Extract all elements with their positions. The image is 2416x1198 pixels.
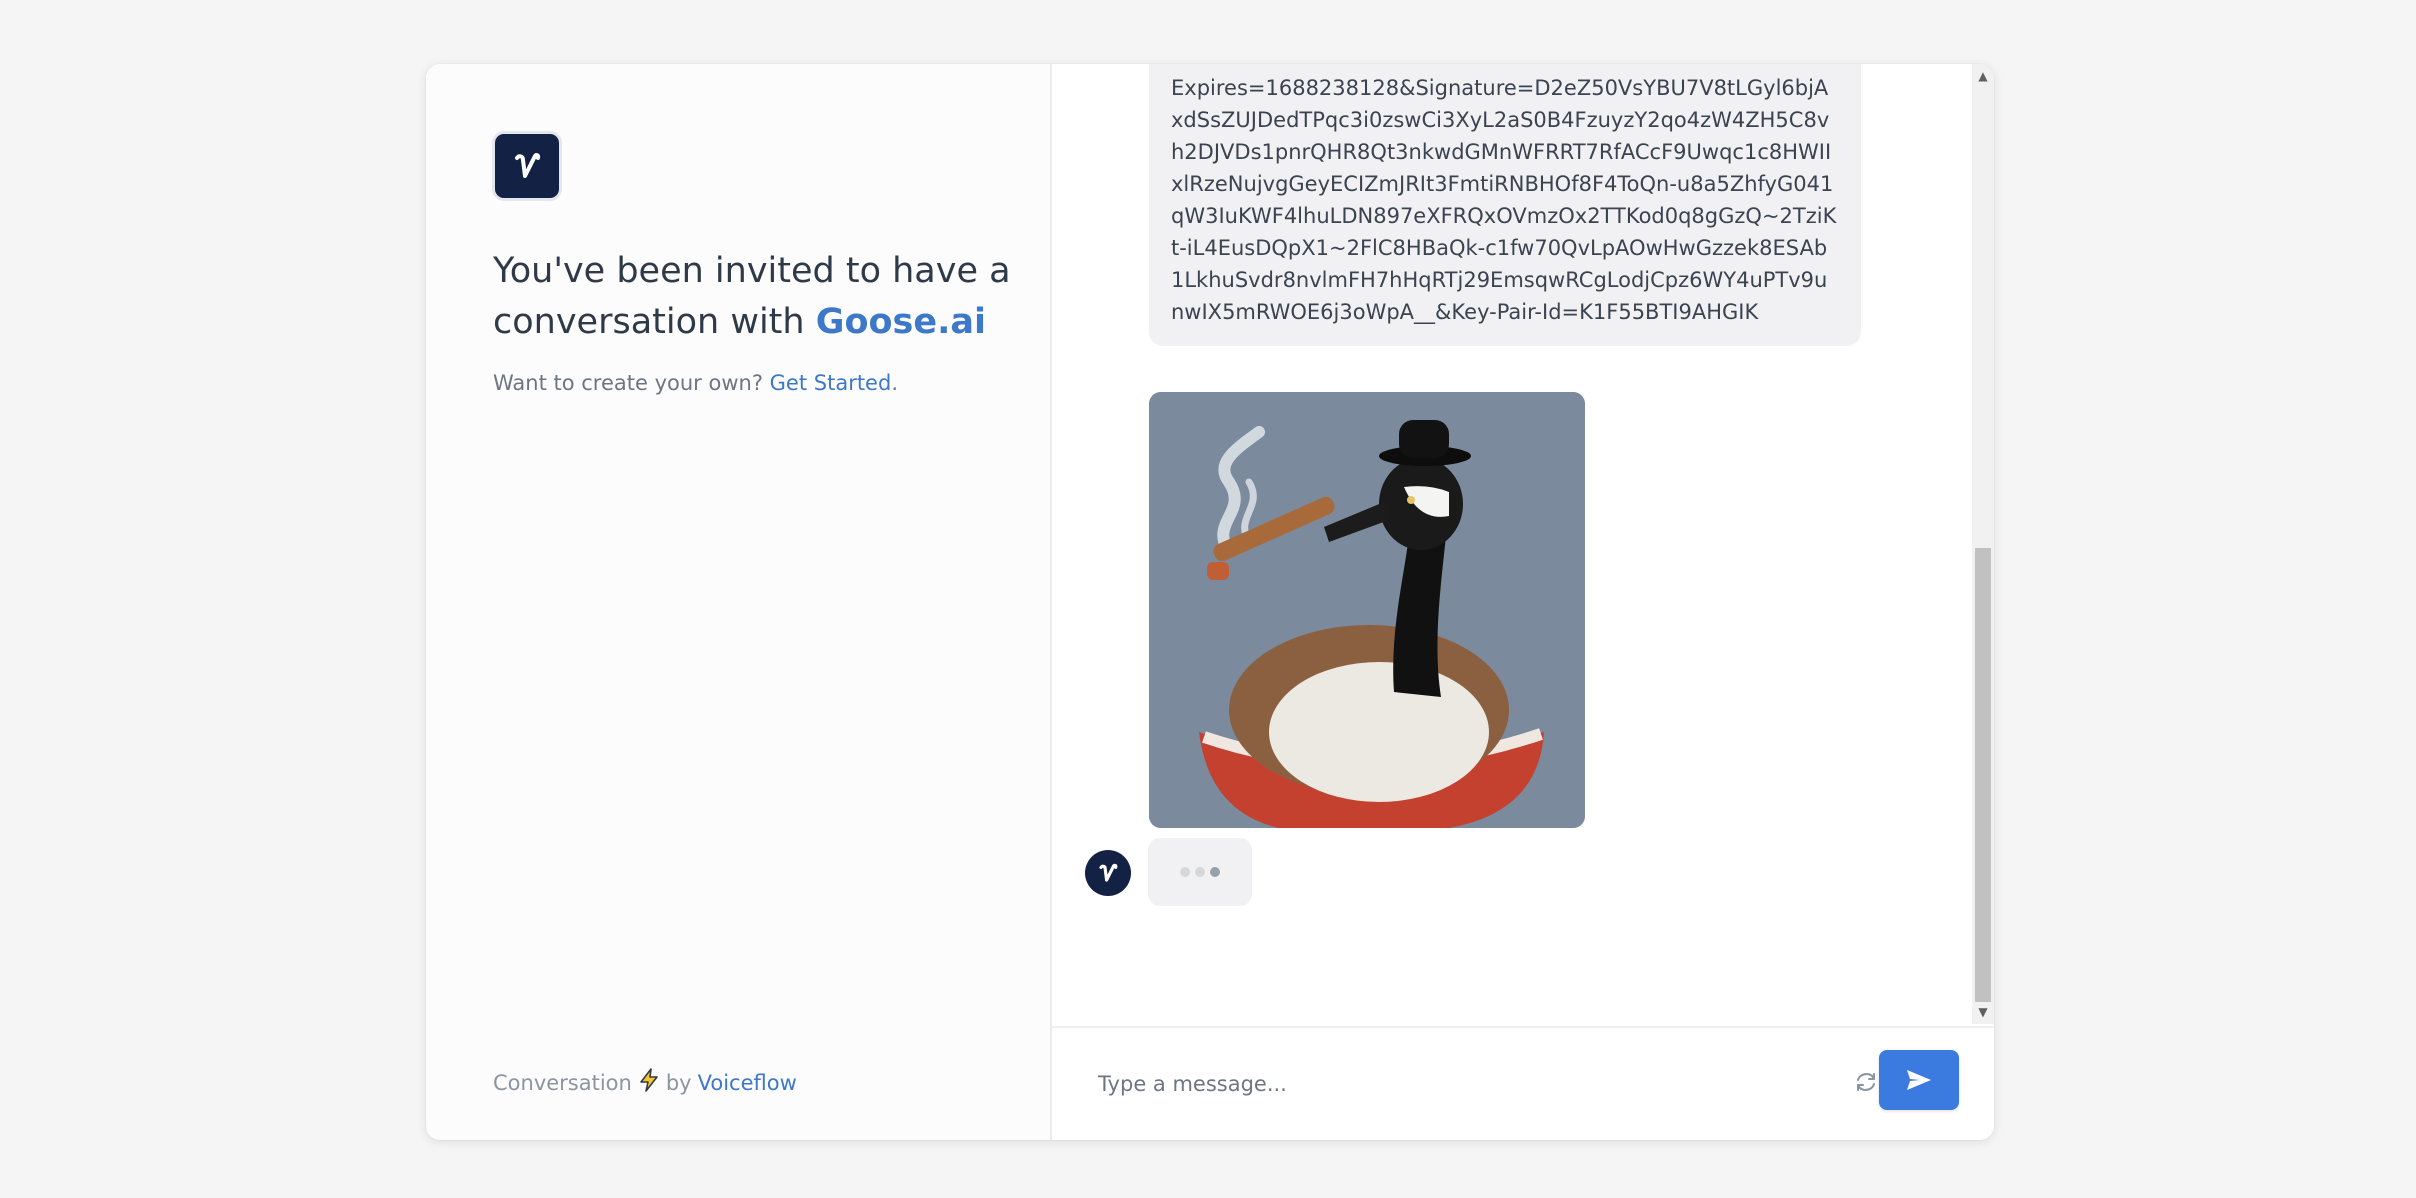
chat-card: You've been invited to have a conversati… [426, 64, 1994, 1140]
message-input[interactable] [1096, 1058, 1760, 1110]
powered-by-footer: Conversation by Voiceflow [493, 1068, 797, 1097]
send-icon [1907, 1070, 1931, 1090]
subline-text: Want to create your own? [493, 371, 770, 395]
get-started-link[interactable]: Get Started [770, 371, 892, 395]
chat-panel: Expires=1688238128&Signature=D2eZ50VsYBU… [1052, 64, 1994, 1140]
typing-dot [1180, 867, 1190, 877]
bot-avatar [1085, 850, 1131, 896]
invite-subline: Want to create your own? Get Started. [493, 371, 898, 395]
message-scrollbar[interactable]: ▲ ▼ [1972, 64, 1994, 1024]
footer-prefix: Conversation [493, 1070, 632, 1095]
footer-by: by [665, 1070, 692, 1095]
invite-headline: You've been invited to have a conversati… [493, 246, 1033, 348]
message-list[interactable]: Expires=1688238128&Signature=D2eZ50VsYBU… [1052, 64, 1972, 1024]
voiceflow-link[interactable]: Voiceflow [698, 1071, 797, 1095]
typing-dot [1195, 867, 1205, 877]
brand-name: Goose.ai [815, 302, 987, 342]
typing-indicator [1148, 838, 1252, 906]
invite-panel: You've been invited to have a conversati… [426, 64, 1052, 1140]
bot-message-url: Expires=1688238128&Signature=D2eZ50VsYBU… [1149, 64, 1861, 346]
subline-suffix: . [891, 371, 898, 395]
scroll-up-arrow-icon[interactable]: ▲ [1972, 66, 1994, 86]
goose-image [1149, 392, 1585, 828]
message-composer [1052, 1026, 1994, 1140]
send-button[interactable] [1879, 1050, 1959, 1110]
typing-dot [1210, 867, 1220, 877]
scroll-down-arrow-icon[interactable]: ▼ [1972, 1002, 1994, 1022]
lightning-icon [638, 1068, 660, 1097]
scroll-thumb[interactable] [1975, 548, 1991, 1002]
voiceflow-logo-icon [495, 134, 559, 198]
